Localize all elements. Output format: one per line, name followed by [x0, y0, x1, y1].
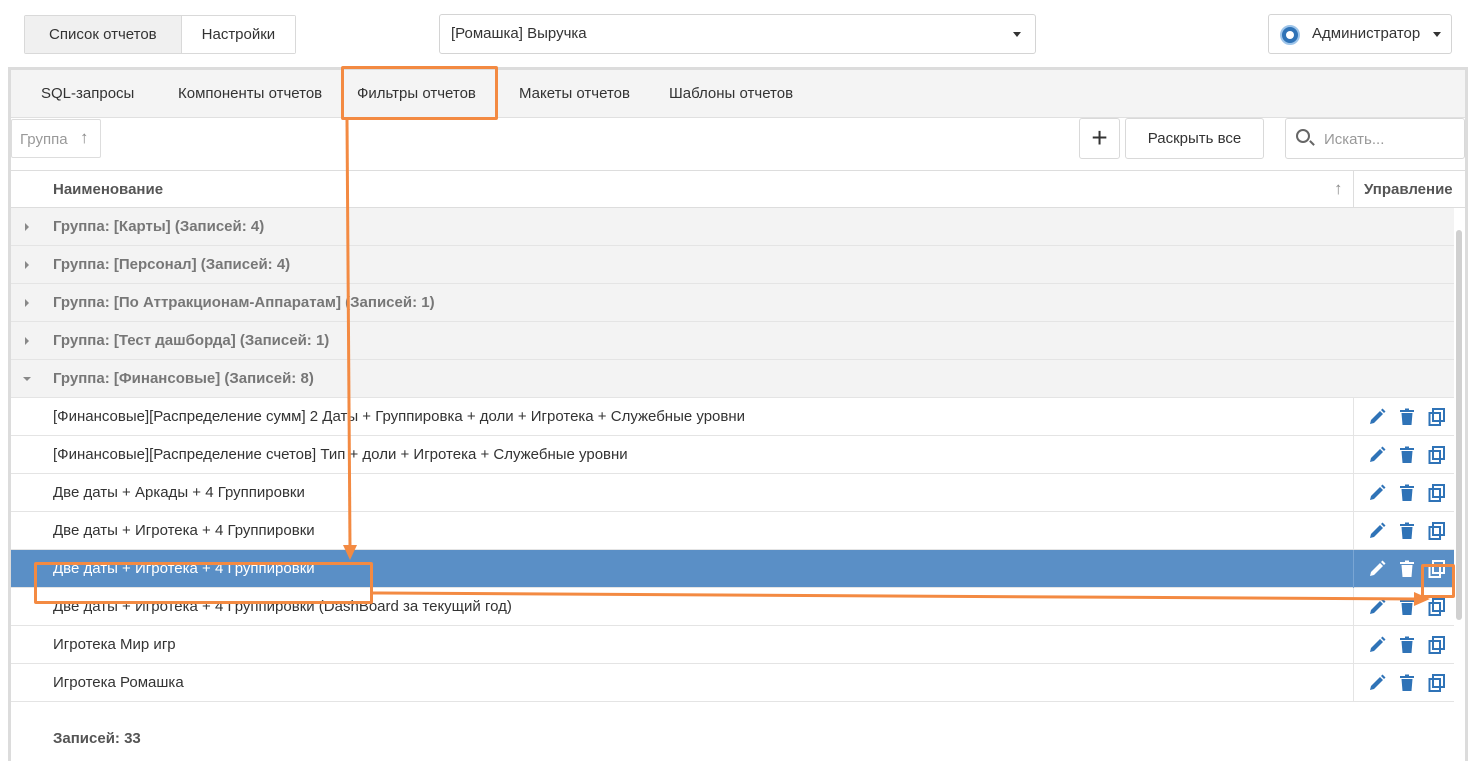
- pencil-icon[interactable]: [1368, 636, 1386, 654]
- copy-icon[interactable]: [1428, 408, 1446, 426]
- row-name: Две даты + Игротека + 4 Группировки: [53, 522, 315, 539]
- column-divider: [1353, 512, 1354, 550]
- expand-icon[interactable]: [25, 261, 29, 269]
- sub-tabs: SQL-запросы Компоненты отчетов Фильтры о…: [11, 70, 1465, 118]
- table-row[interactable]: [Финансовые][Распределение сумм] 2 Даты …: [11, 398, 1454, 436]
- pencil-icon[interactable]: [1368, 484, 1386, 502]
- pencil-icon[interactable]: [1368, 446, 1386, 464]
- copy-icon[interactable]: [1428, 636, 1446, 654]
- copy-icon[interactable]: [1428, 484, 1446, 502]
- vertical-scrollbar[interactable]: [1456, 230, 1462, 620]
- search-icon: [1296, 129, 1310, 143]
- user-menu-button[interactable]: Администратор: [1268, 14, 1452, 54]
- column-divider: [1353, 626, 1354, 664]
- tab-sql-queries[interactable]: SQL-запросы: [41, 70, 134, 117]
- collapse-icon[interactable]: [23, 377, 31, 381]
- group-label: Группа: [Персонал] (Записей: 4): [53, 256, 291, 273]
- table-row[interactable]: [Финансовые][Распределение счетов] Тип +…: [11, 436, 1454, 474]
- user-label: Администратор: [1312, 25, 1421, 42]
- row-name: [Финансовые][Распределение сумм] 2 Даты …: [53, 408, 746, 425]
- copy-icon[interactable]: [1428, 674, 1446, 692]
- trash-icon[interactable]: [1398, 598, 1416, 616]
- top-tabs: Список отчетов Настройки: [24, 15, 297, 54]
- tab-report-list[interactable]: Список отчетов: [25, 16, 182, 53]
- group-label: Группа: [По Аттракционам-Аппаратам] (Зап…: [53, 294, 435, 311]
- pencil-icon[interactable]: [1368, 408, 1386, 426]
- table-row[interactable]: Две даты + Аркады + 4 Группировки: [11, 474, 1454, 512]
- group-row[interactable]: Группа: [Карты] (Записей: 4): [11, 208, 1454, 246]
- group-label: Группа: [Карты] (Записей: 4): [53, 218, 265, 235]
- grid-header: Наименование ↑ Управление: [11, 170, 1465, 209]
- highlight-filters-tab: [341, 66, 498, 120]
- copy-icon[interactable]: [1428, 522, 1446, 540]
- column-header-name[interactable]: Наименование: [53, 171, 163, 209]
- tab-report-layouts[interactable]: Макеты отчетов: [519, 70, 630, 117]
- table-row[interactable]: Игротека Мир игр: [11, 626, 1454, 664]
- search-box: [1285, 118, 1465, 159]
- column-divider: [1353, 171, 1354, 209]
- column-divider: [1353, 550, 1354, 588]
- column-divider: [1353, 588, 1354, 626]
- column-header-controls: Управление: [1364, 181, 1453, 198]
- sort-up-icon: ↑: [80, 128, 89, 147]
- trash-icon[interactable]: [1398, 484, 1416, 502]
- column-divider: [1353, 436, 1354, 474]
- tab-report-templates[interactable]: Шаблоны отчетов: [669, 70, 793, 117]
- tab-report-components[interactable]: Компоненты отчетов: [178, 70, 322, 117]
- expand-icon[interactable]: [25, 223, 29, 231]
- chevron-down-icon: [1433, 32, 1441, 37]
- toolbar: Группа ↑ + Раскрыть все: [11, 118, 1465, 170]
- group-row[interactable]: Группа: [Тест дашборда] (Записей: 1): [11, 322, 1454, 360]
- row-name: Игротека Мир игр: [53, 636, 176, 653]
- globe-icon: [1280, 25, 1300, 45]
- trash-icon[interactable]: [1398, 674, 1416, 692]
- row-name: [Финансовые][Распределение счетов] Тип +…: [53, 446, 628, 463]
- highlight-selected-row: [34, 562, 373, 604]
- expand-icon[interactable]: [25, 299, 29, 307]
- trash-icon[interactable]: [1398, 636, 1416, 654]
- column-divider: [1353, 398, 1354, 436]
- column-divider: [1353, 474, 1354, 512]
- copy-icon[interactable]: [1428, 446, 1446, 464]
- pencil-icon[interactable]: [1368, 598, 1386, 616]
- tab-settings[interactable]: Настройки: [181, 16, 296, 53]
- expand-all-button[interactable]: Раскрыть все: [1125, 118, 1264, 159]
- table-row[interactable]: Две даты + Игротека + 4 Группировки: [11, 512, 1454, 550]
- row-name: Две даты + Аркады + 4 Группировки: [53, 484, 305, 501]
- search-input[interactable]: [1324, 127, 1460, 151]
- report-select-value: [Ромашка] Выручка: [451, 25, 587, 42]
- pencil-icon[interactable]: [1368, 560, 1386, 578]
- trash-icon[interactable]: [1398, 408, 1416, 426]
- grid-body: Группа: [Карты] (Записей: 4) Группа: [Пе…: [11, 208, 1465, 715]
- column-divider: [1353, 664, 1354, 702]
- group-label: Группа: [Тест дашборда] (Записей: 1): [53, 332, 330, 349]
- group-by-label: Группа: [20, 131, 68, 148]
- pencil-icon[interactable]: [1368, 674, 1386, 692]
- trash-icon[interactable]: [1398, 522, 1416, 540]
- records-count: Записей: 33: [53, 730, 141, 747]
- trash-icon[interactable]: [1398, 446, 1416, 464]
- sort-up-icon[interactable]: ↑: [1334, 171, 1343, 207]
- chevron-down-icon: [1013, 32, 1021, 37]
- group-row[interactable]: Группа: [Финансовые] (Записей: 8): [11, 360, 1454, 398]
- group-label: Группа: [Финансовые] (Записей: 8): [53, 370, 314, 387]
- row-name: Игротека Ромашка: [53, 674, 184, 691]
- group-row[interactable]: Группа: [Персонал] (Записей: 4): [11, 246, 1454, 284]
- highlight-copy-icon: [1421, 564, 1455, 598]
- group-by-chip[interactable]: Группа ↑: [11, 119, 101, 158]
- expand-icon[interactable]: [25, 337, 29, 345]
- pencil-icon[interactable]: [1368, 522, 1386, 540]
- trash-icon[interactable]: [1398, 560, 1416, 578]
- page: Список отчетов Настройки [Ромашка] Выруч…: [0, 0, 1472, 761]
- add-button[interactable]: +: [1079, 118, 1120, 159]
- main-panel: SQL-запросы Компоненты отчетов Фильтры о…: [8, 67, 1468, 761]
- group-row[interactable]: Группа: [По Аттракционам-Аппаратам] (Зап…: [11, 284, 1454, 322]
- table-row[interactable]: Игротека Ромашка: [11, 664, 1454, 702]
- report-select[interactable]: [Ромашка] Выручка: [439, 14, 1036, 54]
- copy-icon[interactable]: [1428, 598, 1446, 616]
